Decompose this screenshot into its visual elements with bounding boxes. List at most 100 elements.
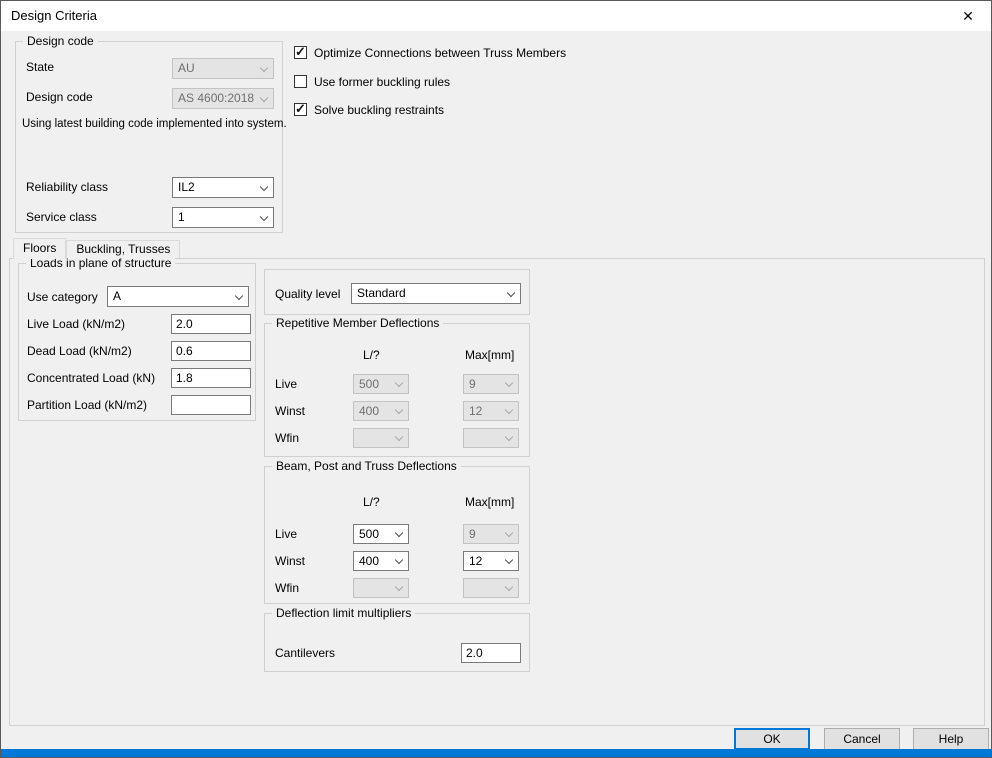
ok-button[interactable]: OK <box>734 728 810 750</box>
tab-buckling-trusses[interactable]: Buckling, Trusses <box>66 240 180 258</box>
chevron-down-icon <box>235 291 243 299</box>
chevron-down-icon <box>505 433 513 441</box>
state-label: State <box>26 60 54 74</box>
service-class-label: Service class <box>26 210 97 224</box>
repetitive-wfin-max-select <box>463 428 519 448</box>
concentrated-load-label: Concentrated Load (kN) <box>27 371 155 385</box>
chevron-down-icon <box>260 182 268 190</box>
l-over-header: L/? <box>363 495 380 509</box>
chevron-down-icon <box>507 288 515 296</box>
chevron-down-icon <box>505 529 513 537</box>
use-category-select[interactable]: A <box>107 286 249 307</box>
help-button[interactable]: Help <box>913 728 989 750</box>
dead-load-input[interactable] <box>171 341 251 361</box>
chevron-down-icon <box>260 93 268 101</box>
design-code-label: Design code <box>26 90 93 104</box>
live-load-input[interactable] <box>171 314 251 334</box>
chevron-down-icon <box>395 583 403 591</box>
checkbox-icon[interactable] <box>294 103 307 116</box>
chevron-down-icon <box>505 556 513 564</box>
repetitive-live-max-select: 9 <box>463 374 519 394</box>
beam-live-max-select: 9 <box>463 524 519 544</box>
row-label: Winst <box>275 404 305 418</box>
repetitive-deflections-title: Repetitive Member Deflections <box>272 316 443 330</box>
cantilevers-label: Cantilevers <box>275 646 335 660</box>
quality-level-value: Standard <box>357 284 504 303</box>
deflection-multipliers-title: Deflection limit multipliers <box>272 606 415 620</box>
chevron-down-icon <box>395 433 403 441</box>
chevron-down-icon <box>395 379 403 387</box>
chevron-down-icon <box>505 379 513 387</box>
design-code-note: Using latest building code implemented i… <box>22 117 287 131</box>
checkbox-icon[interactable] <box>294 75 307 88</box>
reliability-class-label: Reliability class <box>26 180 108 194</box>
beam-row-live: Live 500 9 <box>275 524 519 545</box>
quality-level-select[interactable]: Standard <box>351 283 521 304</box>
chevron-down-icon <box>260 63 268 71</box>
row-label: Live <box>275 527 297 541</box>
quality-group: Quality level Standard <box>264 269 530 315</box>
max-mm-header: Max[mm] <box>465 348 514 362</box>
combo-value: 12 <box>469 402 502 420</box>
repetitive-deflections-group: Repetitive Member Deflections L/? Max[mm… <box>264 323 530 457</box>
tab-floors[interactable]: Floors <box>13 238 66 259</box>
max-mm-header: Max[mm] <box>465 495 514 509</box>
beam-wfin-l-select <box>353 578 409 598</box>
beam-deflections-group: Beam, Post and Truss Deflections L/? Max… <box>264 466 530 604</box>
close-icon[interactable]: ✕ <box>945 1 991 31</box>
row-label: Winst <box>275 554 305 568</box>
row-label: Wfin <box>275 581 299 595</box>
partition-load-input[interactable] <box>171 395 251 415</box>
concentrated-load-input[interactable] <box>171 368 251 388</box>
dead-load-label: Dead Load (kN/m2) <box>27 344 132 358</box>
repetitive-row-live: Live 500 9 <box>275 374 519 395</box>
design-code-select-value: AS 4600:2018 <box>178 89 257 108</box>
beam-winst-l-select[interactable]: 400 <box>353 551 409 571</box>
repetitive-winst-max-select: 12 <box>463 401 519 421</box>
checkbox-label: Optimize Connections between Truss Membe… <box>314 46 566 60</box>
chevron-down-icon <box>505 583 513 591</box>
titlebar: Design Criteria ✕ <box>1 1 991 31</box>
cancel-button[interactable]: Cancel <box>824 728 900 750</box>
combo-value: 500 <box>359 375 392 393</box>
beam-row-winst: Winst 400 12 <box>275 551 519 572</box>
combo-value: 9 <box>469 375 502 393</box>
use-category-value: A <box>113 287 232 306</box>
design-criteria-dialog: Design Criteria ✕ Design code State AU D… <box>0 0 992 758</box>
cantilevers-input[interactable] <box>461 643 521 663</box>
window-title: Design Criteria <box>11 1 97 31</box>
bottom-accent-strip <box>1 749 991 757</box>
combo-value: 400 <box>359 402 392 420</box>
beam-row-wfin: Wfin <box>275 578 519 599</box>
design-code-group: Design code State AU Design code AS 4600… <box>15 41 283 233</box>
combo-value: 12 <box>469 552 502 570</box>
checkbox-label: Solve buckling restraints <box>314 103 444 117</box>
repetitive-row-wfin: Wfin <box>275 428 519 449</box>
chevron-down-icon <box>395 556 403 564</box>
combo-value: 500 <box>359 525 392 543</box>
row-label: Wfin <box>275 431 299 445</box>
row-label: Live <box>275 377 297 391</box>
tab-panel-floors: Loads in plane of structure Use category… <box>9 258 985 726</box>
beam-wfin-max-select <box>463 578 519 598</box>
beam-live-l-select[interactable]: 500 <box>353 524 409 544</box>
state-select: AU <box>172 58 274 79</box>
deflection-multipliers-group: Deflection limit multipliers Cantilevers <box>264 613 530 672</box>
state-select-value: AU <box>178 59 257 78</box>
repetitive-live-l-select: 500 <box>353 374 409 394</box>
tabstrip: Floors Buckling, Trusses <box>13 238 180 259</box>
chevron-down-icon <box>260 212 268 220</box>
reliability-class-select[interactable]: IL2 <box>172 177 274 198</box>
loads-group: Loads in plane of structure Use category… <box>18 263 256 421</box>
checkbox-label: Use former buckling rules <box>314 75 450 89</box>
live-load-label: Live Load (kN/m2) <box>27 317 125 331</box>
combo-value: 9 <box>469 525 502 543</box>
beam-winst-max-select[interactable]: 12 <box>463 551 519 571</box>
partition-load-label: Partition Load (kN/m2) <box>27 398 147 412</box>
checkbox-icon[interactable] <box>294 46 307 59</box>
service-class-value: 1 <box>178 208 257 227</box>
reliability-class-value: IL2 <box>178 178 257 197</box>
service-class-select[interactable]: 1 <box>172 207 274 228</box>
design-code-select: AS 4600:2018 <box>172 88 274 109</box>
chevron-down-icon <box>505 406 513 414</box>
